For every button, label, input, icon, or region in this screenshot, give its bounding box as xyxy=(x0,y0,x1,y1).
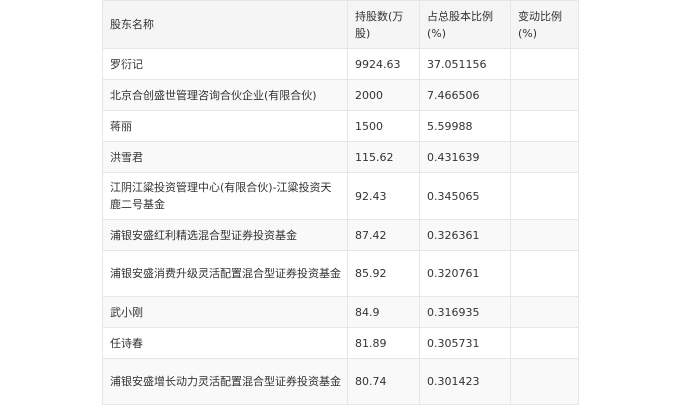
cell-ratio: 5.59988 xyxy=(419,110,511,142)
cell-shares: 1500 xyxy=(347,110,420,142)
cell-change xyxy=(510,358,579,405)
cell-name: 浦银安盛红利精选混合型证券投资基金 xyxy=(102,219,348,251)
shareholder-table: 股东名称 持股数(万股) 占总股本比例(%) 变动比例(%) 罗衍记 9924.… xyxy=(102,0,579,405)
cell-ratio: 7.466506 xyxy=(419,79,511,111)
cell-ratio: 0.305731 xyxy=(419,327,511,359)
cell-change xyxy=(510,79,579,111)
table-row: 蒋丽 1500 5.59988 xyxy=(102,110,579,142)
table-row: 洪雪君 115.62 0.431639 xyxy=(102,141,579,173)
cell-shares: 80.74 xyxy=(347,358,420,405)
cell-name: 浦银安盛增长动力灵活配置混合型证券投资基金 xyxy=(102,358,348,405)
cell-name: 江阴江粱投资管理中心(有限合伙)-江粱投资天鹿二号基金 xyxy=(102,172,348,220)
header-change-ratio: 变动比例(%) xyxy=(510,0,579,49)
cell-name: 武小刚 xyxy=(102,296,348,328)
cell-ratio: 0.326361 xyxy=(419,219,511,251)
cell-ratio: 37.051156 xyxy=(419,48,511,80)
cell-shares: 2000 xyxy=(347,79,420,111)
cell-shares: 92.43 xyxy=(347,172,420,220)
cell-change xyxy=(510,48,579,80)
cell-name: 浦银安盛消费升级灵活配置混合型证券投资基金 xyxy=(102,250,348,297)
cell-name: 北京合创盛世管理咨询合伙企业(有限合伙) xyxy=(102,79,348,111)
cell-shares: 9924.63 xyxy=(347,48,420,80)
shareholder-table-container: 股东名称 持股数(万股) 占总股本比例(%) 变动比例(%) 罗衍记 9924.… xyxy=(102,0,579,405)
cell-name: 洪雪君 xyxy=(102,141,348,173)
cell-change xyxy=(510,110,579,142)
cell-change xyxy=(510,296,579,328)
cell-name: 罗衍记 xyxy=(102,48,348,80)
table-row: 江阴江粱投资管理中心(有限合伙)-江粱投资天鹿二号基金 92.43 0.3450… xyxy=(102,172,579,220)
cell-ratio: 0.431639 xyxy=(419,141,511,173)
cell-shares: 84.9 xyxy=(347,296,420,328)
cell-ratio: 0.320761 xyxy=(419,250,511,297)
table-row: 浦银安盛消费升级灵活配置混合型证券投资基金 85.92 0.320761 xyxy=(102,250,579,297)
cell-shares: 87.42 xyxy=(347,219,420,251)
header-shareholder-name: 股东名称 xyxy=(102,0,348,49)
table-row: 武小刚 84.9 0.316935 xyxy=(102,296,579,328)
cell-shares: 81.89 xyxy=(347,327,420,359)
cell-ratio: 0.316935 xyxy=(419,296,511,328)
table-row: 浦银安盛增长动力灵活配置混合型证券投资基金 80.74 0.301423 xyxy=(102,358,579,405)
cell-shares: 85.92 xyxy=(347,250,420,297)
cell-ratio: 0.301423 xyxy=(419,358,511,405)
cell-change xyxy=(510,250,579,297)
cell-name: 任诗春 xyxy=(102,327,348,359)
cell-name: 蒋丽 xyxy=(102,110,348,142)
table-header-row: 股东名称 持股数(万股) 占总股本比例(%) 变动比例(%) xyxy=(102,0,579,49)
header-shares-held: 持股数(万股) xyxy=(347,0,420,49)
cell-change xyxy=(510,219,579,251)
header-share-ratio: 占总股本比例(%) xyxy=(419,0,511,49)
table-row: 罗衍记 9924.63 37.051156 xyxy=(102,48,579,80)
cell-change xyxy=(510,141,579,173)
cell-change xyxy=(510,327,579,359)
cell-change xyxy=(510,172,579,220)
table-row: 任诗春 81.89 0.305731 xyxy=(102,327,579,359)
cell-ratio: 0.345065 xyxy=(419,172,511,220)
cell-shares: 115.62 xyxy=(347,141,420,173)
table-row: 浦银安盛红利精选混合型证券投资基金 87.42 0.326361 xyxy=(102,219,579,251)
table-row: 北京合创盛世管理咨询合伙企业(有限合伙) 2000 7.466506 xyxy=(102,79,579,111)
